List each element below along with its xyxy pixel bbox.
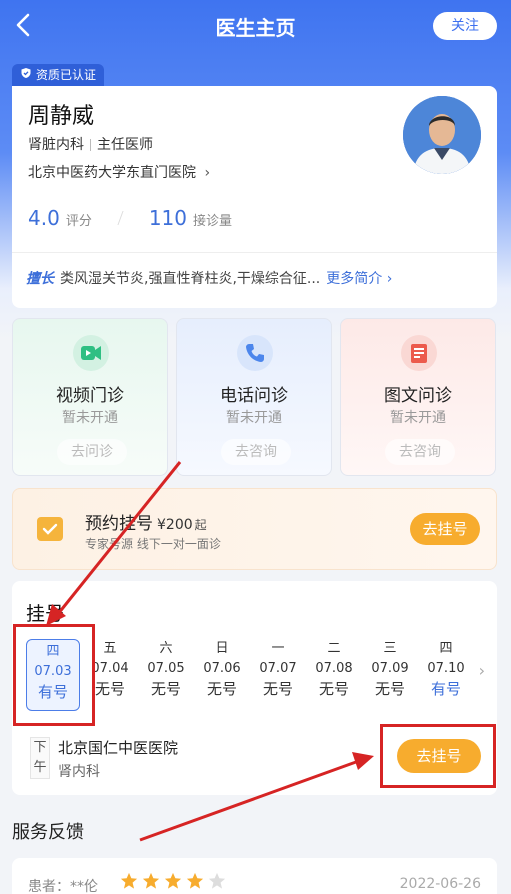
annotation-box (13, 624, 95, 726)
divider (12, 252, 497, 253)
specialty-row[interactable]: 擅长 类风湿关节炎,强直性脊柱炎,干燥综合征... 更多简介 › (26, 268, 392, 288)
divider (90, 139, 91, 151)
appointment-price-suffix: 起 (194, 518, 207, 532)
date-item[interactable]: 一 07.07 无号 (250, 639, 306, 711)
appointment-title: 预约挂号 ¥200 起 (85, 509, 207, 534)
date: 07.08 (315, 661, 353, 676)
weekday: 六 (159, 641, 173, 656)
date-item[interactable]: 六 07.05 无号 (138, 639, 194, 711)
certified-badge-label: 资质已认证 (36, 68, 97, 82)
certified-badge: 资质已认证 (12, 64, 105, 86)
rating-label: 评分 (65, 214, 92, 229)
date-item[interactable]: 四 07.10 有号 (418, 639, 474, 711)
availability: 无号 (318, 680, 349, 698)
weekday: 三 (383, 641, 397, 656)
appointment-register-button[interactable]: 去挂号 (410, 513, 480, 545)
shield-icon (20, 64, 32, 86)
weekday: 二 (327, 641, 341, 656)
appointment-banner[interactable]: 预约挂号 ¥200 起 专家号源 线下一对一面诊 去挂号 (12, 488, 497, 570)
date: 07.09 (371, 661, 409, 676)
doctor-name: 周静威 (28, 104, 95, 129)
service-status: 暂未开通 (390, 410, 446, 426)
consult-label: 接诊量 (193, 214, 233, 229)
slot-period-bottom: 午 (33, 760, 47, 775)
availability: 无号 (262, 680, 293, 698)
availability: 有号 (430, 680, 461, 698)
slot-hospital: 北京国仁中医医院 (58, 739, 179, 757)
rating-value: 4.0 (28, 206, 60, 230)
weekday: 一 (271, 641, 285, 656)
doctor-title: 主任医师 (97, 137, 153, 153)
annotation-box (380, 724, 496, 788)
appointment-title-text: 预约挂号 (85, 514, 153, 534)
slot-period-top: 下 (33, 740, 47, 755)
date-item[interactable]: 二 07.08 无号 (306, 639, 362, 711)
service-name: 图文问诊 (384, 386, 452, 406)
specialty-text: 类风湿关节炎,强直性脊柱炎,干燥综合征... (60, 271, 321, 287)
review-item: 患者：**伦 2022-06-26 (12, 858, 497, 894)
service-status: 暂未开通 (226, 410, 282, 426)
weekday: 四 (439, 641, 453, 656)
service-video[interactable]: 视频门诊 暂未开通 去问诊 (12, 318, 168, 476)
slot-period: 下 午 (30, 737, 50, 779)
doctor-stats: 4.0 评分 110 接诊量 (28, 206, 232, 230)
service-button[interactable]: 去问诊 (57, 439, 127, 465)
chevron-right-icon[interactable]: › (479, 661, 485, 680)
calendar-check-icon (37, 517, 63, 541)
doctor-hospital: 北京中医药大学东直门医院 (28, 165, 196, 181)
phone-icon (237, 335, 273, 371)
slot-department: 肾内科 (58, 764, 100, 780)
follow-button[interactable]: 关注 (433, 12, 497, 40)
registration-title: 挂号 (26, 603, 65, 625)
document-icon (401, 335, 437, 371)
date-item[interactable]: 三 07.09 无号 (362, 639, 418, 711)
service-name: 电话问诊 (220, 386, 288, 406)
date: 07.05 (147, 661, 185, 676)
weekday: 日 (215, 641, 229, 656)
doctor-card: 周静威 肾脏内科 主任医师 北京中医药大学东直门医院 › 4.0 评分 110 接… (12, 86, 497, 308)
chevron-right-icon: › (204, 165, 211, 181)
more-intro-link[interactable]: 更多简介 › (326, 268, 392, 288)
availability: 无号 (150, 680, 181, 698)
doctor-department: 肾脏内科 (28, 137, 84, 153)
divider (117, 211, 124, 225)
doctor-hospital-link[interactable]: 北京中医药大学东直门医院 › (28, 162, 210, 182)
top-bar: 医生主页 关注 (0, 0, 511, 52)
appointment-subtitle: 专家号源 线下一对一面诊 (85, 537, 221, 551)
star-icon (120, 872, 138, 894)
appointment-price: ¥200 (157, 517, 193, 533)
doctor-department-title: 肾脏内科 主任医师 (28, 134, 153, 154)
review-date: 2022-06-26 (399, 876, 481, 892)
star-icon (164, 872, 182, 894)
star-icon (186, 872, 204, 894)
availability: 无号 (206, 680, 237, 698)
service-name: 视频门诊 (56, 386, 124, 406)
review-patient: 患者：**伦 (28, 879, 98, 894)
date-item[interactable]: 日 07.06 无号 (194, 639, 250, 711)
service-text[interactable]: 图文问诊 暂未开通 去咨询 (340, 318, 496, 476)
service-phone[interactable]: 电话问诊 暂未开通 去咨询 (176, 318, 332, 476)
service-button[interactable]: 去咨询 (221, 439, 291, 465)
availability: 无号 (374, 680, 405, 698)
date: 07.06 (203, 661, 241, 676)
video-camera-icon (73, 335, 109, 371)
date: 07.10 (427, 661, 465, 676)
service-button[interactable]: 去咨询 (385, 439, 455, 465)
service-status: 暂未开通 (62, 410, 118, 426)
date: 07.07 (259, 661, 297, 676)
specialty-tag: 擅长 (26, 271, 54, 287)
doctor-avatar (403, 96, 481, 174)
feedback-title: 服务反馈 (12, 822, 84, 843)
star-icon (142, 872, 160, 894)
review-rating (120, 872, 226, 894)
star-empty-icon (208, 872, 226, 894)
consult-count: 110 (148, 206, 188, 230)
